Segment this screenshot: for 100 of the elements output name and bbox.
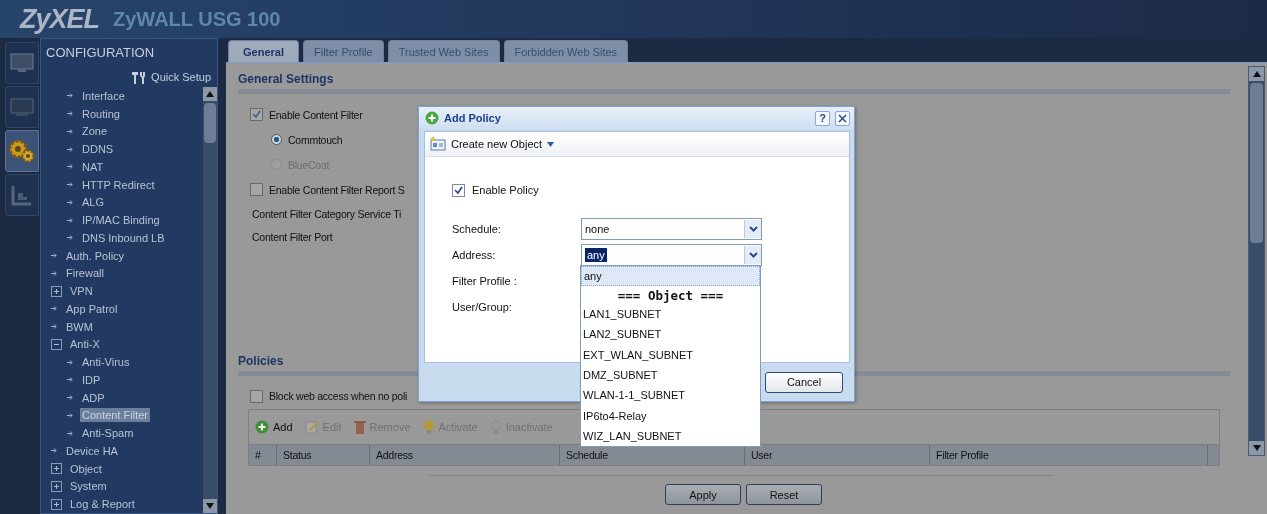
nav-item[interactable]: IP/MAC Binding	[80, 213, 162, 228]
arrow-icon	[51, 252, 58, 260]
trash-icon	[353, 420, 366, 434]
nav-item[interactable]: Interface	[80, 88, 127, 103]
panel-title: CONFIGURATION	[45, 44, 156, 62]
arrow-icon	[67, 145, 74, 153]
nav-item[interactable]: Anti-Virus	[80, 355, 132, 370]
nav-item[interactable]: Log & Report	[68, 497, 137, 512]
dropdown-option[interactable]: IP6to4-Relay	[581, 405, 760, 426]
nav-item[interactable]: NAT	[80, 159, 106, 174]
nav-item[interactable]: ADP	[80, 390, 107, 405]
scroll-up-icon[interactable]	[206, 91, 214, 97]
field-label: Schedule:	[452, 223, 502, 235]
select-field[interactable]: none	[581, 218, 762, 240]
chevron-icon	[748, 226, 758, 232]
radio-button[interactable]	[271, 134, 282, 145]
create-object-menu[interactable]: Create new Object	[430, 137, 555, 151]
checkbox[interactable]	[250, 389, 263, 403]
nav-item[interactable]: Firewall	[64, 266, 106, 281]
dropdown-option[interactable]: WIZ_LAN_SUBNET	[581, 425, 760, 446]
section-heading: Policies	[238, 354, 284, 368]
nav-item[interactable]: System	[68, 479, 109, 494]
expand-icon[interactable]	[51, 498, 62, 510]
checkbox-label: Enable Content Filter	[269, 108, 363, 121]
checkbox[interactable]	[250, 108, 263, 121]
dropdown-option[interactable]: any	[581, 266, 760, 287]
checkbox[interactable]	[452, 183, 465, 197]
add-icon	[425, 111, 439, 125]
arrow-icon	[51, 323, 58, 331]
scroll-up-icon[interactable]	[1252, 71, 1261, 77]
tools-icon	[132, 70, 148, 84]
arrow-icon	[67, 429, 74, 437]
quick-setup-link[interactable]: Quick Setup	[151, 71, 211, 83]
nav-item[interactable]: DDNS	[80, 142, 116, 157]
dialog-title: Add Policy	[444, 112, 502, 124]
expand-icon[interactable]	[51, 285, 62, 297]
dropdown-option[interactable]: LAN1_SUBNET	[581, 303, 760, 325]
scroll-down-icon[interactable]	[206, 503, 214, 509]
cancel-button[interactable]: Cancel	[765, 371, 843, 393]
nav-item[interactable]: BWM	[64, 319, 95, 334]
gears-icon	[8, 139, 36, 163]
form-button[interactable]: Apply	[665, 484, 741, 505]
toolbar-button[interactable]: Add	[255, 420, 293, 434]
field-label: Content Filter Port	[252, 230, 333, 243]
arrow-icon	[67, 163, 74, 171]
expand-icon[interactable]	[51, 480, 62, 492]
nav-item[interactable]: Auth. Policy	[64, 248, 127, 263]
field-label: Address:	[452, 249, 497, 261]
column-header: #	[249, 445, 277, 465]
form-button[interactable]: Reset	[746, 484, 822, 505]
form-icon	[430, 137, 446, 151]
expand-icon[interactable]	[51, 463, 62, 475]
arrow-icon	[67, 234, 74, 242]
arrow-icon	[67, 394, 74, 402]
dropdown-option[interactable]: LAN2_SUBNET	[581, 324, 760, 345]
side-tab[interactable]	[5, 130, 39, 172]
brand-logo: ZyXEL	[20, 3, 100, 35]
dropdown-option[interactable]: WLAN-1-1_SUBNET	[581, 385, 760, 406]
nav-item[interactable]: IDP	[80, 372, 103, 387]
collapse-icon[interactable]	[51, 338, 62, 350]
nav-item[interactable]: Anti-X	[68, 337, 102, 352]
checkbox[interactable]	[250, 183, 263, 196]
column-header: Filter Profile	[930, 445, 1208, 465]
nav-item[interactable]: HTTP Redirect	[80, 177, 157, 192]
nav-item[interactable]: ALG	[80, 195, 106, 210]
monitor-icon	[10, 53, 34, 73]
nav-item[interactable]: Zone	[80, 124, 110, 139]
close-button[interactable]	[835, 110, 850, 126]
radio-label: Commtouch	[288, 133, 343, 146]
arrow-icon	[67, 198, 74, 206]
scroll-thumb[interactable]	[204, 103, 216, 143]
bulb-icon	[422, 420, 435, 434]
option-group-header: === Object ===	[616, 286, 725, 304]
column-header: Address	[370, 445, 560, 465]
tab[interactable]: General	[228, 40, 299, 62]
dropdown-option[interactable]: DMZ_SUBNET	[581, 364, 760, 386]
field-label: User/Group:	[452, 301, 513, 313]
dropdown-option[interactable]: EXT_WLAN_SUBNET	[581, 344, 760, 365]
field-label: Filter Profile :	[452, 275, 518, 287]
screen-icon	[10, 97, 34, 117]
arrow-icon	[67, 92, 74, 100]
chart-icon	[11, 184, 33, 206]
nav-item[interactable]: Object	[68, 461, 104, 476]
arrow-icon	[67, 110, 74, 118]
scrollbar[interactable]	[1248, 66, 1265, 456]
caret-icon	[547, 141, 555, 147]
add-icon	[255, 420, 269, 434]
scrollbar[interactable]	[202, 87, 217, 513]
nav-item[interactable]: DNS Inbound LB	[80, 230, 167, 245]
nav-item[interactable]: App Patrol	[64, 301, 120, 316]
help-button[interactable]: ?	[815, 110, 830, 126]
nav-item[interactable]: VPN	[68, 284, 95, 299]
nav-item[interactable]: Anti-Spam	[80, 426, 136, 441]
scroll-down-icon[interactable]	[1252, 445, 1261, 451]
nav-item[interactable]: Device HA	[64, 443, 120, 458]
product-name: ZyWALL USG 100	[113, 7, 281, 31]
scroll-thumb[interactable]	[1250, 83, 1263, 243]
field-label: Content Filter Category Service Ti	[252, 207, 402, 220]
select-field[interactable]: any	[581, 244, 762, 266]
nav-item[interactable]: Routing	[80, 106, 122, 121]
